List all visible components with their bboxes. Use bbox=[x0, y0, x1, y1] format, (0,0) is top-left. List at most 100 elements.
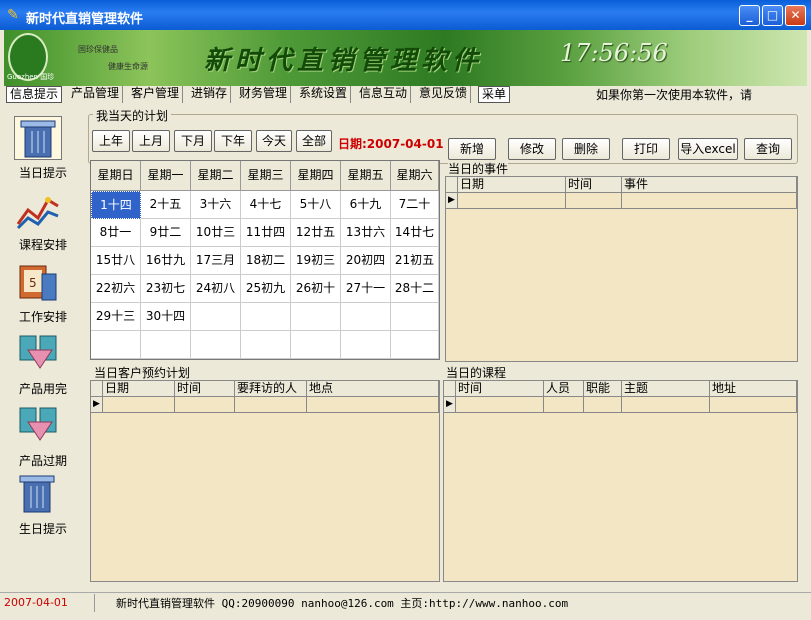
menu-settings[interactable]: 系统设置 bbox=[296, 86, 352, 103]
calendar-day[interactable]: 13廿六 bbox=[341, 219, 391, 247]
column-header[interactable]: 地址 bbox=[710, 381, 797, 397]
calendar-day[interactable]: 11廿四 bbox=[241, 219, 291, 247]
calendar-day[interactable]: 21初五 bbox=[391, 247, 439, 275]
column-header[interactable]: 时间 bbox=[175, 381, 235, 397]
calendar-day[interactable]: 30十四 bbox=[141, 303, 191, 331]
grid-cell[interactable] bbox=[710, 397, 797, 413]
column-header[interactable]: 职能 bbox=[584, 381, 622, 397]
menu-interaction[interactable]: 信息互动 bbox=[356, 86, 412, 103]
calendar-day[interactable]: 2十五 bbox=[141, 191, 191, 219]
today-button[interactable]: 今天 bbox=[256, 130, 292, 152]
delete-button[interactable]: 删除 bbox=[562, 138, 610, 160]
calendar-day[interactable] bbox=[291, 331, 341, 359]
print-button[interactable]: 打印 bbox=[622, 138, 670, 160]
calendar-day[interactable]: 12廿五 bbox=[291, 219, 341, 247]
column-header[interactable]: 要拜访的人 bbox=[235, 381, 307, 397]
calendar-day[interactable] bbox=[241, 331, 291, 359]
calendar-day[interactable]: 26初十 bbox=[291, 275, 341, 303]
courses-grid[interactable]: 时间 人员 职能 主题 地址 ▶ bbox=[443, 380, 798, 582]
sidebar-item-courses[interactable]: 课程安排 bbox=[4, 188, 82, 258]
column-header[interactable]: 事件 bbox=[622, 177, 797, 193]
grid-cell[interactable] bbox=[566, 193, 622, 209]
column-header[interactable]: 时间 bbox=[566, 177, 622, 193]
menu-caidan[interactable]: 采单 bbox=[478, 86, 511, 103]
grid-cell[interactable] bbox=[584, 397, 622, 413]
calendar-day[interactable]: 19初三 bbox=[291, 247, 341, 275]
calendar-day[interactable]: 16廿九 bbox=[141, 247, 191, 275]
calendar-day[interactable]: 27十一 bbox=[341, 275, 391, 303]
calendar-day[interactable]: 24初八 bbox=[191, 275, 241, 303]
calendar-day[interactable]: 4十七 bbox=[241, 191, 291, 219]
all-button[interactable]: 全部 bbox=[296, 130, 332, 152]
calendar-day[interactable]: 25初九 bbox=[241, 275, 291, 303]
next-month-button[interactable]: 下月 bbox=[174, 130, 212, 152]
grid-cell[interactable] bbox=[456, 397, 544, 413]
grid-cell[interactable] bbox=[175, 397, 235, 413]
grid-cell[interactable] bbox=[622, 397, 710, 413]
calendar-day-selected[interactable]: 1十四 bbox=[91, 191, 141, 219]
minimize-button[interactable]: _ bbox=[739, 5, 760, 26]
menu-finance[interactable]: 财务管理 bbox=[236, 86, 292, 103]
prev-month-button[interactable]: 上月 bbox=[132, 130, 170, 152]
calendar-day[interactable]: 29十三 bbox=[91, 303, 141, 331]
sidebar-item-today[interactable]: 当日提示 bbox=[4, 116, 82, 186]
column-header[interactable]: 时间 bbox=[456, 381, 544, 397]
calendar-day[interactable]: 20初四 bbox=[341, 247, 391, 275]
calendar-day[interactable]: 15廿八 bbox=[91, 247, 141, 275]
calendar-day[interactable] bbox=[291, 303, 341, 331]
column-header[interactable]: 日期 bbox=[458, 177, 566, 193]
appointments-grid[interactable]: 日期 时间 要拜访的人 地点 ▶ bbox=[90, 380, 440, 582]
calendar-day[interactable]: 6十九 bbox=[341, 191, 391, 219]
calendar-day[interactable] bbox=[241, 303, 291, 331]
calendar-day[interactable] bbox=[391, 303, 439, 331]
add-button[interactable]: 新增 bbox=[448, 138, 496, 160]
menu-customers[interactable]: 客户管理 bbox=[128, 86, 184, 103]
column-header[interactable]: 日期 bbox=[103, 381, 175, 397]
calendar-day[interactable] bbox=[341, 303, 391, 331]
sidebar-item-birthday[interactable]: 生日提示 bbox=[4, 472, 82, 542]
sidebar-item-work[interactable]: 5 工作安排 bbox=[4, 260, 82, 330]
column-header[interactable]: 地点 bbox=[307, 381, 439, 397]
column-header[interactable]: 主题 bbox=[622, 381, 710, 397]
events-grid[interactable]: 日期 时间 事件 ▶ bbox=[445, 176, 798, 362]
calendar-day[interactable]: 7二十 bbox=[391, 191, 439, 219]
close-button[interactable]: ✕ bbox=[785, 5, 806, 26]
calendar-day[interactable] bbox=[191, 303, 241, 331]
grid-cell[interactable] bbox=[103, 397, 175, 413]
next-year-button[interactable]: 下年 bbox=[214, 130, 252, 152]
grid-cell[interactable] bbox=[544, 397, 584, 413]
menu-inventory[interactable]: 进销存 bbox=[188, 86, 232, 103]
grid-cell[interactable] bbox=[235, 397, 307, 413]
query-button[interactable]: 查询 bbox=[744, 138, 792, 160]
sidebar-item-product-expired[interactable]: 产品过期 bbox=[4, 404, 82, 474]
calendar-day[interactable]: 10廿三 bbox=[191, 219, 241, 247]
sidebar-item-product-used[interactable]: 产品用完 bbox=[4, 332, 82, 402]
calendar-day[interactable]: 23初七 bbox=[141, 275, 191, 303]
grid-cell[interactable] bbox=[622, 193, 797, 209]
calendar-day[interactable]: 17三月 bbox=[191, 247, 241, 275]
calendar-day[interactable]: 28十二 bbox=[391, 275, 439, 303]
calendar-day[interactable]: 22初六 bbox=[91, 275, 141, 303]
calendar-day[interactable]: 5十八 bbox=[291, 191, 341, 219]
calendar-day[interactable]: 14廿七 bbox=[391, 219, 439, 247]
calendar-day[interactable]: 9廿二 bbox=[141, 219, 191, 247]
menu-info[interactable]: 信息提示 bbox=[6, 86, 63, 103]
calendar-day[interactable] bbox=[391, 331, 439, 359]
column-header[interactable]: 人员 bbox=[544, 381, 584, 397]
calendar-day[interactable]: 8廿一 bbox=[91, 219, 141, 247]
menu-products[interactable]: 产品管理 bbox=[68, 86, 124, 103]
calendar-day[interactable] bbox=[141, 331, 191, 359]
calendar-day[interactable] bbox=[341, 331, 391, 359]
calendar-day[interactable] bbox=[191, 331, 241, 359]
banner: Guozhen 国珍 国珍保健品 健康生命源 新时代直销管理软件 17:56:5… bbox=[4, 30, 807, 86]
menu-feedback[interactable]: 意见反馈 bbox=[416, 86, 472, 103]
maximize-button[interactable]: □ bbox=[762, 5, 783, 26]
import-excel-button[interactable]: 导入excel bbox=[678, 138, 738, 160]
calendar-day[interactable]: 18初二 bbox=[241, 247, 291, 275]
calendar-day[interactable] bbox=[91, 331, 141, 359]
prev-year-button[interactable]: 上年 bbox=[92, 130, 130, 152]
calendar-day[interactable]: 3十六 bbox=[191, 191, 241, 219]
grid-cell[interactable] bbox=[458, 193, 566, 209]
edit-button[interactable]: 修改 bbox=[508, 138, 556, 160]
grid-cell[interactable] bbox=[307, 397, 439, 413]
